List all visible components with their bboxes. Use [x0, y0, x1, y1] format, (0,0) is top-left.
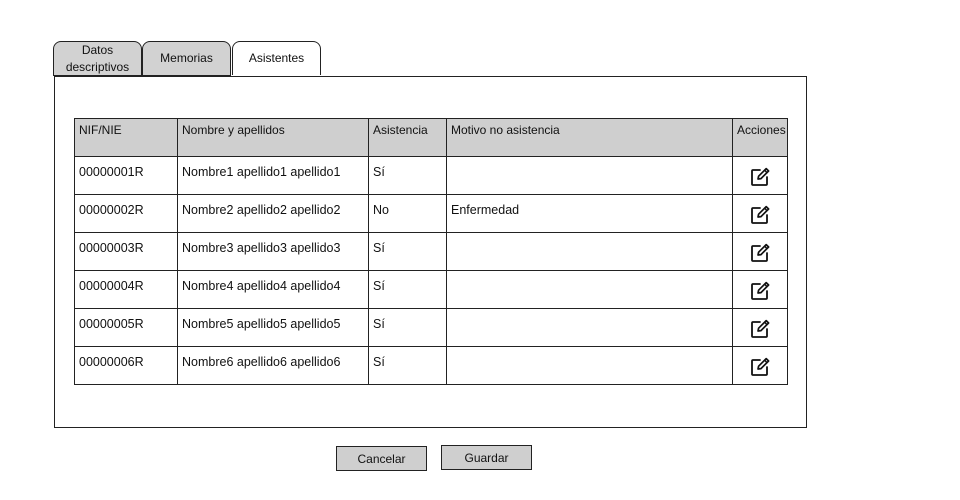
cell-motivo	[446, 156, 733, 195]
cell-acciones	[732, 346, 788, 385]
cell-nif: 00000003R	[74, 232, 178, 271]
cell-motivo	[446, 346, 733, 385]
edit-icon[interactable]	[749, 166, 771, 188]
edit-icon[interactable]	[749, 280, 771, 302]
edit-icon[interactable]	[749, 204, 771, 226]
edit-icon[interactable]	[749, 242, 771, 264]
edit-icon[interactable]	[749, 318, 771, 340]
cell-nif: 00000006R	[74, 346, 178, 385]
tab-label: Datos descriptivos	[65, 42, 130, 74]
cell-nif: 00000001R	[74, 156, 178, 195]
cell-nombre: Nombre6 apellido6 apellido6	[177, 346, 369, 385]
column-header-motivo: Motivo no asistencia	[446, 118, 733, 157]
cell-motivo	[446, 308, 733, 347]
save-button[interactable]: Guardar	[441, 445, 532, 470]
edit-icon[interactable]	[749, 356, 771, 378]
cell-nombre: Nombre5 apellido5 apellido5	[177, 308, 369, 347]
cell-motivo: Enfermedad	[446, 194, 733, 233]
cell-nombre: Nombre2 apellido2 apellido2	[177, 194, 369, 233]
table-row: 00000003R Nombre3 apellido3 apellido3 Sí	[74, 232, 788, 271]
tab-datos-descriptivos[interactable]: Datos descriptivos	[53, 41, 142, 76]
cell-asistencia: Sí	[368, 156, 447, 195]
tab-asistentes[interactable]: Asistentes	[232, 41, 321, 77]
cell-motivo	[446, 232, 733, 271]
cell-acciones	[732, 194, 788, 233]
table-header-row: NIF/NIE Nombre y apellidos Asistencia Mo…	[74, 118, 788, 157]
cell-motivo	[446, 270, 733, 309]
table-row: 00000005R Nombre5 apellido5 apellido5 Sí	[74, 308, 788, 347]
column-header-nif: NIF/NIE	[74, 118, 178, 157]
cell-nombre: Nombre3 apellido3 apellido3	[177, 232, 369, 271]
cell-asistencia: Sí	[368, 308, 447, 347]
table-row: 00000002R Nombre2 apellido2 apellido2 No En…	[74, 194, 788, 233]
cell-asistencia: No	[368, 194, 447, 233]
cell-acciones	[732, 156, 788, 195]
cell-nif: 00000002R	[74, 194, 178, 233]
column-header-asistencia: Asistencia	[368, 118, 447, 157]
cell-asistencia: Sí	[368, 232, 447, 271]
tab-memorias[interactable]: Memorias	[142, 41, 231, 76]
cell-nif: 00000005R	[74, 308, 178, 347]
column-header-nombre: Nombre y apellidos	[177, 118, 369, 157]
cell-nombre: Nombre1 apellido1 apellido1	[177, 156, 369, 195]
cell-acciones	[732, 308, 788, 347]
tab-label: Memorias	[160, 51, 213, 65]
cell-asistencia: Sí	[368, 270, 447, 309]
cell-nombre: Nombre4 apellido4 apellido4	[177, 270, 369, 309]
cell-nif: 00000004R	[74, 270, 178, 309]
cell-acciones	[732, 232, 788, 271]
tab-label: Asistentes	[248, 51, 305, 65]
column-header-acciones: Acciones	[732, 118, 788, 157]
table-row: 00000004R Nombre4 apellido4 apellido4 Sí	[74, 270, 788, 309]
table-row: 00000001R Nombre1 apellido1 apellido1 Sí	[74, 156, 788, 195]
asistentes-table: NIF/NIE Nombre y apellidos Asistencia Mo…	[74, 118, 788, 385]
table-row: 00000006R Nombre6 apellido6 apellido6 Sí	[74, 346, 788, 385]
cell-asistencia: Sí	[368, 346, 447, 385]
cancel-button[interactable]: Cancelar	[336, 446, 427, 471]
cell-acciones	[732, 270, 788, 309]
